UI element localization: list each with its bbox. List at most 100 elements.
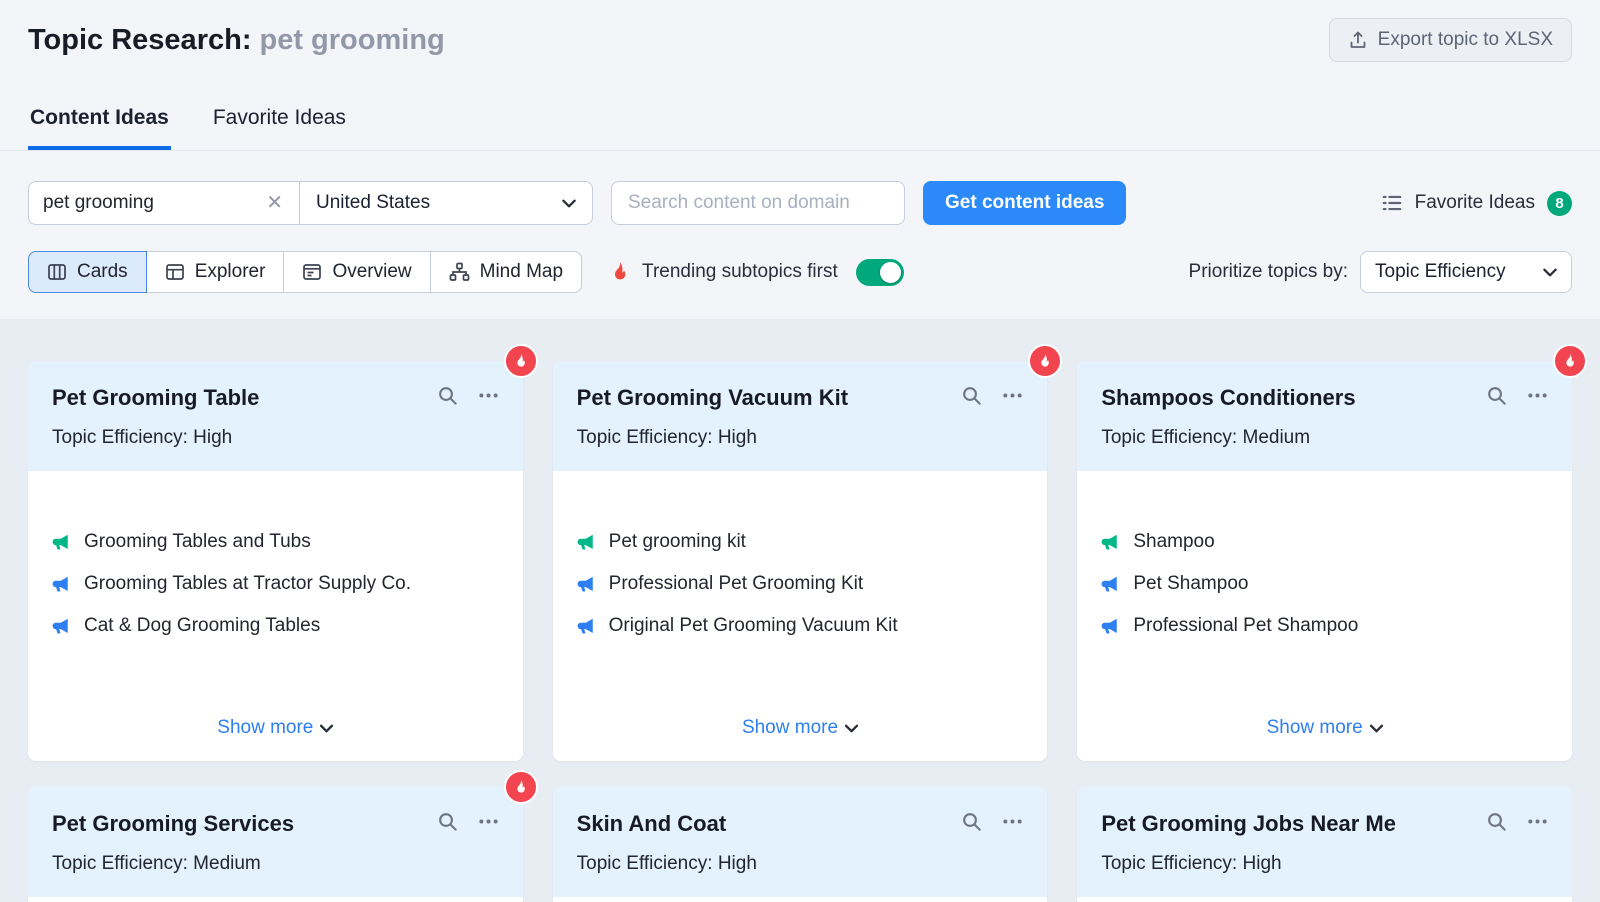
subtopic-item[interactable]: Shampoo	[1101, 531, 1548, 553]
get-content-ideas-button[interactable]: Get content ideas	[923, 181, 1126, 225]
subtopic-label: Shampoo	[1133, 531, 1214, 553]
card-header: Shampoos Conditioners Topic Efficiency: …	[1077, 361, 1572, 471]
country-select[interactable]: United States	[299, 181, 593, 225]
card-body	[28, 897, 523, 902]
subtopic-label: Grooming Tables and Tubs	[84, 531, 311, 553]
megaphone-icon	[1101, 575, 1119, 593]
topic-efficiency: Topic Efficiency: Medium	[1101, 427, 1548, 449]
topic-card: Pet Grooming Services Topic Efficiency: …	[28, 787, 523, 902]
cards-grid: Pet Grooming Table Topic Efficiency: Hig…	[28, 361, 1572, 902]
topic-efficiency: Topic Efficiency: Medium	[52, 853, 499, 875]
subtopic-list: Pet grooming kit Professional Pet Groomi…	[577, 531, 1024, 637]
subtopic-list: Grooming Tables and Tubs Grooming Tables…	[52, 531, 499, 637]
tabs-bar: Content Ideas Favorite Ideas	[0, 100, 1600, 151]
topic-efficiency-value: Medium	[193, 853, 261, 874]
trending-subtopics-control: Trending subtopics first	[610, 259, 904, 286]
clear-keyword-icon[interactable]: ✕	[264, 193, 285, 213]
topic-efficiency: Topic Efficiency: High	[577, 427, 1024, 449]
prioritize-label: Prioritize topics by:	[1189, 261, 1348, 283]
card-title: Skin And Coat	[577, 811, 727, 837]
topic-card: Pet Grooming Table Topic Efficiency: Hig…	[28, 361, 523, 761]
topic-efficiency-value: Medium	[1243, 427, 1311, 448]
topic-efficiency: Topic Efficiency: High	[577, 853, 1024, 875]
toggle-knob	[880, 262, 901, 283]
tab-content-ideas[interactable]: Content Ideas	[28, 100, 171, 150]
megaphone-icon	[52, 617, 70, 635]
view-overview-label: Overview	[332, 261, 411, 283]
topic-card: Skin And Coat Topic Efficiency: High	[553, 787, 1048, 902]
prioritize-control: Prioritize topics by: Topic Efficiency	[1189, 251, 1572, 293]
show-more-label: Show more	[1267, 717, 1363, 739]
card-body: Grooming Tables and Tubs Grooming Tables…	[28, 471, 523, 761]
card-header: Pet Grooming Vacuum Kit Topic Efficiency…	[553, 361, 1048, 471]
card-search-icon[interactable]	[961, 385, 982, 406]
subtopic-item[interactable]: Pet Shampoo	[1101, 573, 1548, 595]
card-search-icon[interactable]	[1486, 385, 1507, 406]
results-area: Pet Grooming Table Topic Efficiency: Hig…	[0, 319, 1600, 902]
subtopic-label: Pet grooming kit	[609, 531, 746, 553]
topic-efficiency-label: Topic Efficiency:	[1101, 853, 1237, 874]
topic-card: Pet Grooming Vacuum Kit Topic Efficiency…	[553, 361, 1048, 761]
card-more-icon[interactable]	[1527, 811, 1548, 832]
topic-efficiency-value: High	[193, 427, 232, 448]
card-title: Shampoos Conditioners	[1101, 385, 1355, 411]
export-label: Export topic to XLSX	[1378, 29, 1553, 51]
prioritize-select-value: Topic Efficiency	[1375, 261, 1506, 283]
card-search-icon[interactable]	[961, 811, 982, 832]
chevron-down-icon	[845, 724, 858, 733]
subtopic-item[interactable]: Professional Pet Grooming Kit	[577, 573, 1024, 595]
show-more-link[interactable]: Show more	[742, 717, 858, 743]
subtopic-item[interactable]: Grooming Tables at Tractor Supply Co.	[52, 573, 499, 595]
card-search-icon[interactable]	[1486, 811, 1507, 832]
card-search-icon[interactable]	[437, 811, 458, 832]
card-title: Pet Grooming Vacuum Kit	[577, 385, 848, 411]
topic-efficiency-value: High	[718, 427, 757, 448]
domain-search-input[interactable]	[611, 181, 905, 225]
favorite-ideas-label: Favorite Ideas	[1415, 192, 1535, 214]
card-more-icon[interactable]	[1527, 385, 1548, 406]
show-more-link[interactable]: Show more	[217, 717, 333, 743]
view-cards-label: Cards	[77, 261, 128, 283]
tab-favorite-ideas[interactable]: Favorite Ideas	[211, 100, 348, 150]
keyword-input[interactable]	[43, 192, 264, 214]
megaphone-icon	[1101, 533, 1119, 551]
card-search-icon[interactable]	[437, 385, 458, 406]
megaphone-icon	[1101, 617, 1119, 635]
search-row: ✕ United States Get content ideas Favori…	[28, 181, 1572, 225]
subtopic-item[interactable]: Original Pet Grooming Vacuum Kit	[577, 615, 1024, 637]
subtopic-label: Cat & Dog Grooming Tables	[84, 615, 320, 637]
favorite-ideas-link[interactable]: Favorite Ideas 8	[1381, 191, 1572, 216]
view-switcher: Cards Explorer Overview Mind Map	[28, 251, 582, 293]
top-section: Topic Research:pet grooming Export topic…	[0, 0, 1600, 319]
subtopic-item[interactable]: Cat & Dog Grooming Tables	[52, 615, 499, 637]
view-explorer-button[interactable]: Explorer	[146, 251, 285, 293]
megaphone-icon	[577, 617, 595, 635]
card-title: Pet Grooming Table	[52, 385, 259, 411]
chevron-down-icon	[320, 724, 333, 733]
topic-efficiency-label: Topic Efficiency:	[577, 853, 713, 874]
view-cards-button[interactable]: Cards	[28, 251, 147, 293]
subtopic-list: Shampoo Pet Shampoo Professional Pet Sha…	[1101, 531, 1548, 637]
show-more-label: Show more	[217, 717, 313, 739]
card-more-icon[interactable]	[1002, 811, 1023, 832]
page-title-label: Topic Research:	[28, 24, 251, 56]
prioritize-select[interactable]: Topic Efficiency	[1360, 251, 1572, 293]
view-mindmap-button[interactable]: Mind Map	[430, 251, 582, 293]
topic-efficiency-label: Topic Efficiency:	[52, 853, 188, 874]
subtopic-item[interactable]: Professional Pet Shampoo	[1101, 615, 1548, 637]
card-more-icon[interactable]	[478, 385, 499, 406]
card-more-icon[interactable]	[1002, 385, 1023, 406]
subtopic-item[interactable]: Grooming Tables and Tubs	[52, 531, 499, 553]
subtopic-item[interactable]: Pet grooming kit	[577, 531, 1024, 553]
flame-icon	[610, 262, 630, 282]
card-more-icon[interactable]	[478, 811, 499, 832]
export-button[interactable]: Export topic to XLSX	[1329, 18, 1572, 62]
card-header: Pet Grooming Jobs Near Me Topic Efficien…	[1077, 787, 1572, 897]
show-more-link[interactable]: Show more	[1267, 717, 1383, 743]
card-title: Pet Grooming Jobs Near Me	[1101, 811, 1396, 837]
topic-efficiency-label: Topic Efficiency:	[52, 427, 188, 448]
chevron-down-icon	[1370, 724, 1383, 733]
trending-toggle[interactable]	[856, 259, 904, 286]
view-overview-button[interactable]: Overview	[283, 251, 430, 293]
topic-efficiency: Topic Efficiency: High	[52, 427, 499, 449]
